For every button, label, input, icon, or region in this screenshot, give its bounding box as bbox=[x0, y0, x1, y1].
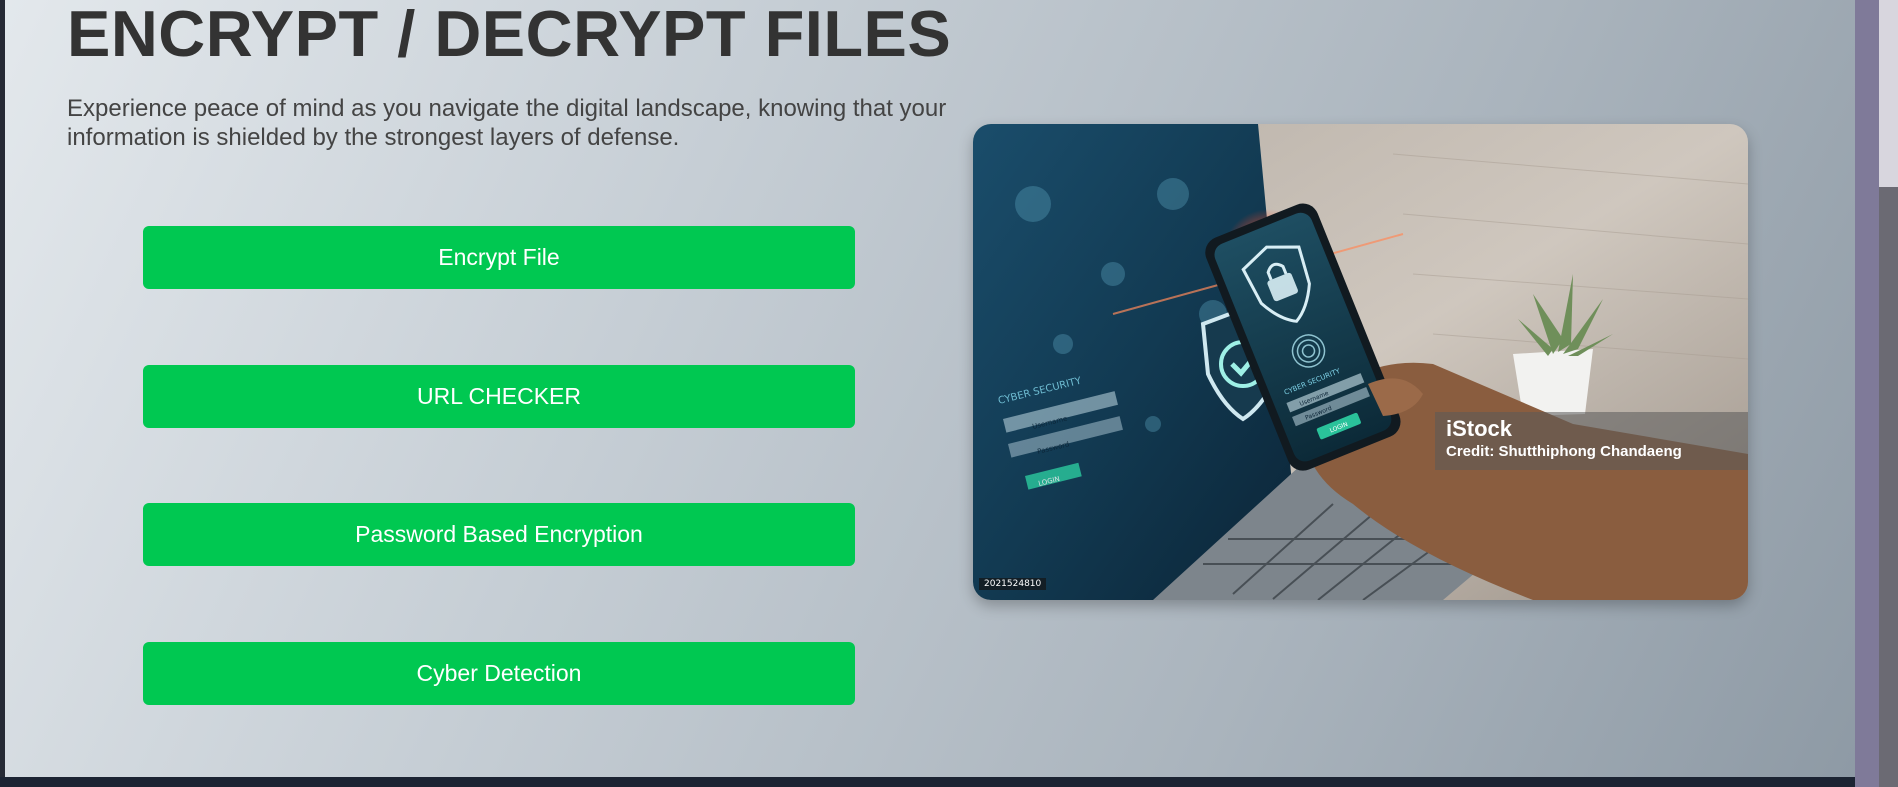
image-id-badge: 2021524810 bbox=[979, 578, 1047, 590]
password-based-encryption-button[interactable]: Password Based Encryption bbox=[143, 503, 855, 566]
image-credit: Credit: Shutthiphong Chandaeng bbox=[1446, 443, 1682, 460]
encrypt-file-button[interactable]: Encrypt File bbox=[143, 226, 855, 289]
page-title: ENCRYPT / DECRYPT FILES bbox=[67, 0, 952, 70]
cyber-detection-button[interactable]: Cyber Detection bbox=[143, 642, 855, 705]
istock-logo: iStock bbox=[1446, 416, 1513, 441]
hero-image: CYBER SECURITY Username Password LOGIN C… bbox=[973, 124, 1748, 600]
hero-illustration: CYBER SECURITY Username Password LOGIN C… bbox=[973, 124, 1748, 600]
scrollbar-track bbox=[1855, 0, 1879, 787]
page-subtitle: Experience peace of mind as you navigate… bbox=[67, 95, 947, 151]
url-checker-button[interactable]: URL CHECKER bbox=[143, 365, 855, 428]
scrollbar-thumb[interactable] bbox=[1879, 187, 1898, 787]
page-content: ENCRYPT / DECRYPT FILES Experience peace… bbox=[5, 0, 1855, 777]
bottom-bar bbox=[0, 777, 1898, 787]
stock-watermark: iStock Credit: Shutthiphong Chandaeng bbox=[1435, 412, 1748, 470]
vertical-scrollbar[interactable] bbox=[1855, 0, 1898, 787]
